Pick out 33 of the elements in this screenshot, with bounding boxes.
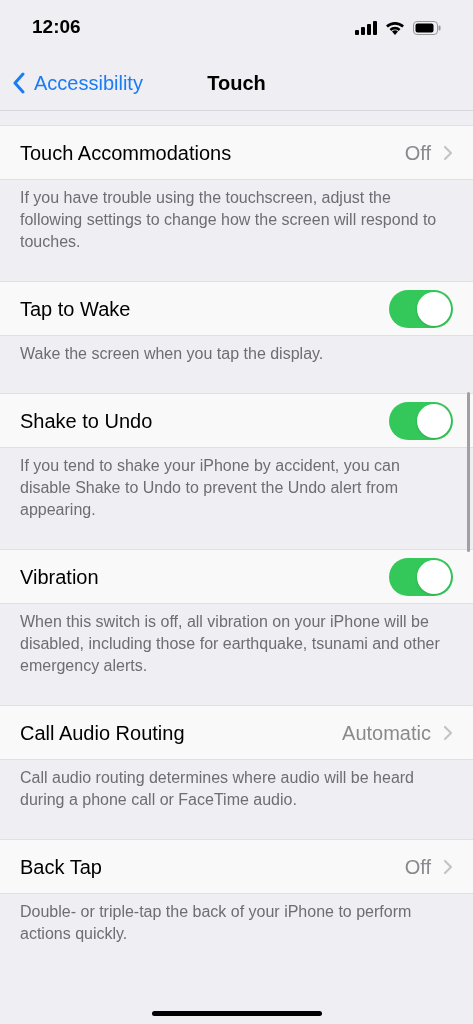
toggle-switch[interactable] bbox=[389, 289, 453, 328]
row-value: Automatic bbox=[342, 720, 431, 746]
screen-title: Touch bbox=[207, 70, 266, 96]
chevron-icon bbox=[443, 724, 453, 741]
battery-icon bbox=[413, 20, 441, 35]
chevron-icon bbox=[443, 858, 453, 875]
row-label: Vibration bbox=[20, 564, 100, 590]
signal-icon bbox=[355, 20, 377, 35]
section-footer: If you tend to shake your iPhone by accident, you can disable Shake to Undo to prevent the Undo alert from appearing. bbox=[20, 448, 443, 521]
section-footer: When this switch is off, all vibration on your iPhone will be disabled, including those for earthquake, tsunami and other emergency alerts. bbox=[20, 604, 443, 677]
section-footer: Call audio routing determines where audio will be heard during a phone call or FaceTime audio. bbox=[20, 760, 443, 811]
row-label: Tap to Wake bbox=[20, 296, 132, 322]
row-label: Shake to Undo bbox=[20, 408, 154, 434]
row-value: Off bbox=[404, 854, 431, 880]
settings-row[interactable]: Vibration bbox=[0, 549, 473, 604]
section-footer: Wake the screen when you tap the display. bbox=[20, 336, 443, 365]
section-footer: If you have trouble using the touchscreen, adjust the following settings to change how the screen will respond to touches. bbox=[20, 180, 443, 253]
settings-row[interactable]: Tap to Wake bbox=[0, 281, 473, 336]
chevron-icon bbox=[443, 144, 453, 161]
settings-row[interactable]: Back Tap Off bbox=[0, 839, 473, 894]
row-label: Back Tap bbox=[20, 854, 103, 880]
section-footer: Double- or triple-tap the back of your iPhone to perform actions quickly. bbox=[20, 894, 443, 945]
row-label: Call Audio Routing bbox=[20, 720, 186, 746]
back-chevron-icon bbox=[12, 71, 26, 94]
toggle-switch[interactable] bbox=[389, 557, 453, 596]
row-value: Off bbox=[404, 140, 431, 166]
row-label: Touch Accommodations bbox=[20, 140, 233, 166]
settings-row[interactable]: Shake to Undo bbox=[0, 393, 473, 448]
settings-row[interactable]: Touch Accommodations Off bbox=[0, 125, 473, 180]
settings-row[interactable]: Call Audio Routing Automatic bbox=[0, 705, 473, 760]
wifi-icon bbox=[385, 20, 405, 35]
status-time: 12:06 bbox=[32, 15, 82, 40]
toggle-switch[interactable] bbox=[389, 401, 453, 440]
